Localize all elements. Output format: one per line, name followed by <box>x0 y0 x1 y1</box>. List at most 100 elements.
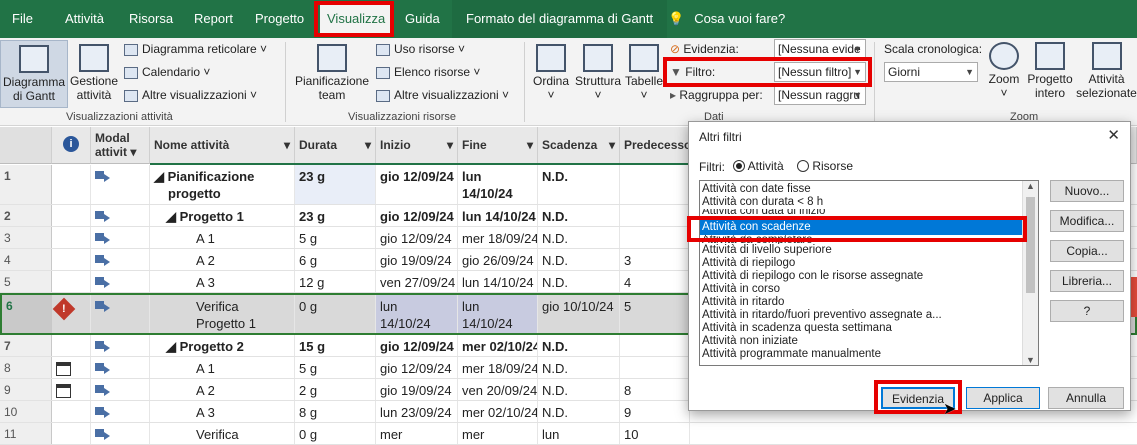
task-name-cell[interactable]: ◢ Pianificazione progetto <box>150 165 295 204</box>
cancel-button[interactable]: Annulla <box>1048 387 1124 409</box>
finish-cell[interactable]: mer <box>458 423 538 444</box>
tables-button[interactable]: Tabelle ˅ <box>624 44 664 102</box>
deadline-cell[interactable]: N.D. <box>538 335 620 356</box>
deadline-cell[interactable]: N.D. <box>538 401 620 422</box>
list-item[interactable]: Attività da completare <box>700 235 1022 244</box>
predecessors-cell[interactable]: 8 <box>620 379 690 400</box>
deadline-cell[interactable]: N.D. <box>538 379 620 400</box>
tab-resource[interactable]: Risorsa <box>129 0 173 38</box>
finish-cell[interactable]: lun 14/10/24 <box>458 271 538 292</box>
deadline-column-header[interactable]: Scadenza ▾ <box>538 127 620 164</box>
duration-cell[interactable]: 12 g <box>295 271 376 292</box>
other-views-button[interactable]: Altre visualizzazioni ˅ <box>124 88 257 103</box>
duration-cell[interactable]: 15 g <box>295 335 376 356</box>
tab-report[interactable]: Report <box>194 0 233 38</box>
deadline-cell[interactable]: lun <box>538 423 620 444</box>
scrollbar-thumb[interactable] <box>1026 197 1035 293</box>
finish-cell[interactable]: mer 02/10/24 <box>458 335 538 356</box>
task-name-cell[interactable]: Verifica Progetto 1 <box>150 295 295 333</box>
task-management-button[interactable]: Gestione attività <box>68 44 120 102</box>
predecessors-cell[interactable]: 5 <box>620 295 690 333</box>
duration-cell[interactable]: 23 g <box>295 205 376 226</box>
help-button[interactable]: ? <box>1050 300 1124 322</box>
duration-cell[interactable]: 0 g <box>295 295 376 333</box>
task-mode-column-header[interactable]: Modal attivit ▾ <box>91 127 150 164</box>
start-cell[interactable]: gio 12/09/24 <box>376 227 458 248</box>
edit-button[interactable]: Modifica... <box>1050 210 1124 232</box>
task-name-cell[interactable]: ◢ Progetto 2 <box>150 335 295 356</box>
resource-sheet-button[interactable]: Elenco risorse ˅ <box>376 65 480 80</box>
start-column-header[interactable]: Inizio ▾ <box>376 127 458 164</box>
start-cell[interactable]: gio 12/09/24 <box>376 165 458 204</box>
deadline-warning-icon[interactable]: ! <box>52 297 76 321</box>
gantt-chart-button[interactable]: Diagramma di Gantt <box>0 40 68 108</box>
duration-cell[interactable]: 5 g <box>295 357 376 378</box>
table-row[interactable]: 11 Verifica 0 g mer mer lun 10 <box>0 423 1137 445</box>
new-button[interactable]: Nuovo... <box>1050 180 1124 202</box>
start-cell[interactable]: lun 23/09/24 <box>376 401 458 422</box>
deadline-cell[interactable]: gio 10/10/24 <box>538 295 620 333</box>
predecessors-cell[interactable] <box>620 335 690 356</box>
team-planner-button[interactable]: Pianificazione team <box>294 44 370 102</box>
duration-column-header[interactable]: Durata ▾ <box>295 127 376 164</box>
other-views-2-button[interactable]: Altre visualizzazioni ˅ <box>376 88 509 103</box>
list-item[interactable]: Attività in ritardo/fuori preventivo ass… <box>700 309 1022 322</box>
entire-project-button[interactable]: Progetto intero <box>1024 42 1076 100</box>
list-item[interactable]: Attività di riepilogo con le risorse ass… <box>700 270 1022 283</box>
predecessors-cell[interactable]: 10 <box>620 423 690 444</box>
copy-button[interactable]: Copia... <box>1050 240 1124 262</box>
list-item[interactable]: Attività di livello superiore <box>700 244 1022 257</box>
calendar-icon[interactable] <box>56 384 71 398</box>
resource-usage-button[interactable]: Uso risorse ˅ <box>376 42 465 57</box>
task-name-cell[interactable]: ◢ Progetto 1 <box>150 205 295 226</box>
start-cell[interactable]: gio 12/09/24 <box>376 205 458 226</box>
task-name-cell[interactable]: A 3 <box>150 271 295 292</box>
highlight-select[interactable]: [Nessuna evide ▼ <box>774 39 866 59</box>
finish-cell[interactable]: mer 18/09/24 <box>458 357 538 378</box>
tab-file[interactable]: File <box>12 0 33 38</box>
outline-button[interactable]: Struttura ˅ <box>574 44 622 102</box>
sort-button[interactable]: Ordina ˅ <box>530 44 572 102</box>
list-scrollbar[interactable]: ▲ ▼ <box>1022 181 1038 365</box>
predecessors-cell[interactable]: 4 <box>620 271 690 292</box>
duration-cell[interactable]: 6 g <box>295 249 376 270</box>
task-name-column-header[interactable]: Nome attività ▾ <box>150 127 295 164</box>
start-cell[interactable]: ven 27/09/24 <box>376 271 458 292</box>
list-item-partial[interactable]: Attività con data di inizio <box>700 209 1022 216</box>
finish-cell[interactable]: lun 14/10/24 <box>458 205 538 226</box>
timescale-select[interactable]: Giorni ▼ <box>884 62 978 82</box>
deadline-cell[interactable]: N.D. <box>538 357 620 378</box>
tab-project[interactable]: Progetto <box>255 0 304 38</box>
tell-me-box[interactable]: 💡 Cosa vuoi fare? <box>668 0 785 38</box>
network-diagram-button[interactable]: Diagramma reticolare ˅ <box>124 42 267 57</box>
list-item[interactable]: Attività in corso <box>700 283 1022 296</box>
finish-cell[interactable]: gio 26/09/24 <box>458 249 538 270</box>
duration-cell[interactable]: 8 g <box>295 401 376 422</box>
start-cell[interactable]: gio 19/09/24 <box>376 249 458 270</box>
deadline-cell[interactable]: N.D. <box>538 227 620 248</box>
start-cell[interactable]: gio 12/09/24 <box>376 335 458 356</box>
scroll-down-icon[interactable]: ▼ <box>1023 355 1038 365</box>
list-item[interactable]: Attività con durata < 8 h <box>700 196 1022 209</box>
duration-cell[interactable]: 0 g <box>295 423 376 444</box>
duration-cell[interactable]: 2 g <box>295 379 376 400</box>
list-item[interactable]: Attività con date fisse <box>700 183 1022 196</box>
tab-gantt-format[interactable]: Formato del diagramma di Gantt <box>452 0 668 38</box>
deadline-cell[interactable]: N.D. <box>538 165 620 204</box>
finish-cell[interactable]: mer 02/10/24 <box>458 401 538 422</box>
predecessors-cell[interactable] <box>620 165 690 204</box>
tab-tasks[interactable]: Attività <box>65 0 104 38</box>
library-button[interactable]: Libreria... <box>1050 270 1124 292</box>
indicators-column-header[interactable]: i <box>52 127 91 164</box>
task-name-cell[interactable]: A 1 <box>150 357 295 378</box>
task-name-cell[interactable]: Verifica <box>150 423 295 444</box>
start-cell[interactable]: gio 19/09/24 <box>376 379 458 400</box>
finish-column-header[interactable]: Fine ▾ <box>458 127 538 164</box>
scroll-up-icon[interactable]: ▲ <box>1023 181 1038 195</box>
list-item[interactable]: Attività in scadenza questa settimana <box>700 322 1022 335</box>
start-cell[interactable]: lun 14/10/24 <box>376 295 458 333</box>
group-by-select[interactable]: [Nessun raggru ▼ <box>774 85 866 105</box>
tab-view[interactable]: Visualizza <box>320 4 393 34</box>
radio-resources[interactable]: Risorse <box>797 159 853 173</box>
duration-cell[interactable]: 23 g <box>295 165 376 204</box>
